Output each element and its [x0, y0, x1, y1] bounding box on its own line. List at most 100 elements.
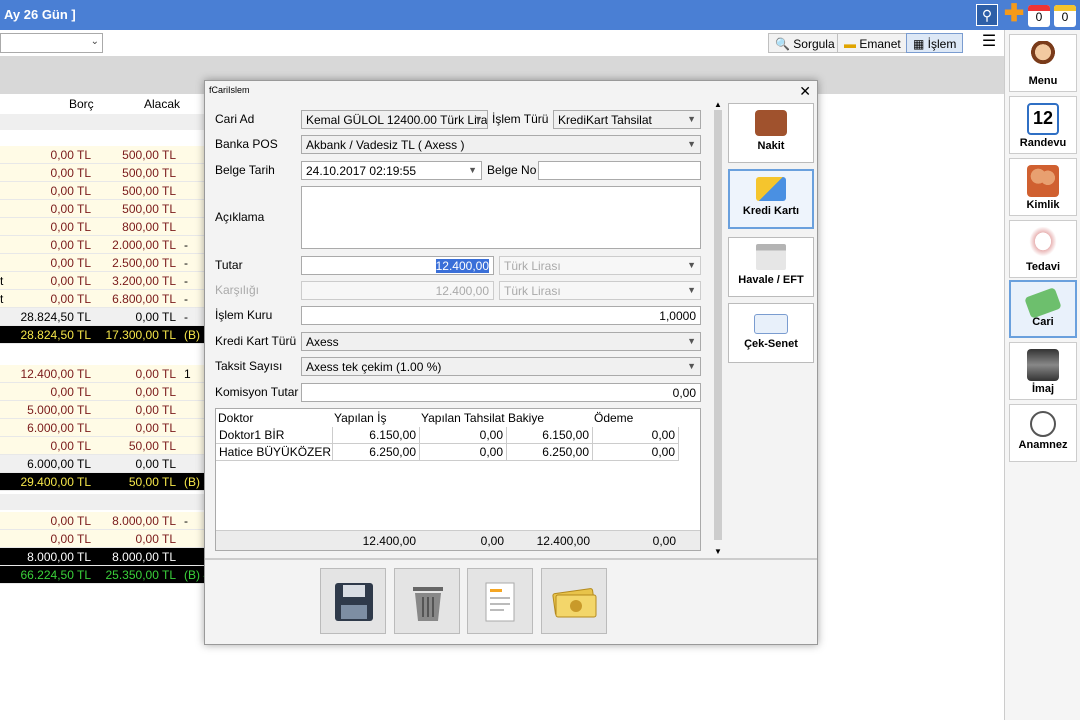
komisyon-tutar-input[interactable]: 0,00 [301, 383, 701, 402]
ledger-row[interactable]: 28.824,50 TL 0,00 TL - [0, 308, 204, 326]
aciklama-textarea[interactable] [301, 186, 701, 249]
grid-cell[interactable]: 0,00 [420, 444, 507, 461]
chevron-up-icon[interactable]: ▲ [714, 100, 722, 109]
ledger-row[interactable]: 12.400,00 TL 0,00 TL 1 [0, 365, 204, 383]
total-yapilan-is: 12.400,00 [362, 534, 416, 548]
alacak-cell: 0,00 TL [135, 532, 176, 546]
scroll-thumb[interactable] [714, 110, 722, 540]
ledger-row[interactable]: 0,00 TL 500,00 TL [0, 200, 204, 218]
borc-cell: 0,00 TL [50, 385, 91, 399]
ledger-row[interactable]: 29.400,00 TL 50,00 TL (B) 2 [0, 473, 204, 491]
vertical-scrollbar[interactable]: ▲ ▼ [712, 100, 724, 556]
hamburger-icon[interactable]: ☰ [978, 33, 1000, 53]
tutar-input[interactable]: 12.400,00 [301, 256, 494, 275]
cari-ad-value: Kemal GÜLOL 12400.00 Türk Lirası [306, 113, 488, 127]
taksit-sayisi-select[interactable]: Axess tek çekim (1.00 %) ▼ [301, 357, 701, 376]
search-icon[interactable]: ⚲ [976, 4, 998, 26]
havale-eft-button[interactable]: Havale / EFT [728, 237, 814, 297]
tutar-value: 12.400,00 [435, 259, 489, 273]
ledger-row[interactable]: 5.000,00 TL 0,00 TL [0, 401, 204, 419]
ledger-row[interactable]: 0,00 TL 2.500,00 TL - [0, 254, 204, 272]
kimlik-button[interactable]: Kimlik [1009, 158, 1077, 216]
coin-icon: ▬ [844, 37, 856, 51]
ledger-row[interactable]: 0,00 TL 50,00 TL [0, 437, 204, 455]
cari-ad-select[interactable]: Kemal GÜLOL 12400.00 Türk Lirası ▼ [301, 110, 488, 129]
menu-button[interactable]: Menu [1009, 34, 1077, 92]
grid-cell[interactable]: 0,00 [420, 427, 507, 444]
plus-icon[interactable]: ✚ [1004, 2, 1024, 26]
ledger-row[interactable]: 8.000,00 TL 8.000,00 TL [0, 548, 204, 566]
ledger-row[interactable]: 6.000,00 TL 0,00 TL [0, 455, 204, 473]
doctor-icon [1027, 41, 1059, 73]
ledger-row[interactable]: 0,00 TL 500,00 TL [0, 164, 204, 182]
karsiligi-input: 12.400,00 [301, 281, 494, 300]
grid-cell[interactable]: Doktor1 BİR [216, 427, 333, 444]
ledger-row[interactable]: 0,00 TL 800,00 TL [0, 218, 204, 236]
save-button[interactable] [320, 568, 386, 634]
chevron-down-icon: ⌄ [90, 36, 99, 47]
filter-combo[interactable]: ⌄ [0, 33, 103, 53]
cari-button[interactable]: Cari [1009, 280, 1077, 338]
imaj-button[interactable]: İmaj [1009, 342, 1077, 400]
ledger-row[interactable]: 0,00 TL 2.000,00 TL - [0, 236, 204, 254]
belge-tarih-picker[interactable]: 24.10.2017 02:19:55 ▼ [301, 161, 482, 180]
banka-pos-select[interactable]: Akbank / Vadesiz TL ( Axess ) ▼ [301, 135, 701, 154]
randevu-button[interactable]: 12 Randevu [1009, 96, 1077, 154]
islem-kuru-input[interactable]: 1,0000 [301, 306, 701, 325]
anamnez-button[interactable]: Anamnez [1009, 404, 1077, 462]
divider [205, 558, 817, 560]
notification-badge[interactable]: 0 [1028, 5, 1050, 27]
alacak-cell: 500,00 TL [122, 202, 176, 216]
document-button[interactable] [467, 568, 533, 634]
ledger-row[interactable]: 0,00 TL 500,00 TL [0, 146, 204, 164]
row-suffix: (B) 1 [184, 328, 204, 342]
calendar-icon: 12 [1027, 103, 1059, 135]
alacak-cell: 0,00 TL [135, 403, 176, 417]
grid-cell[interactable]: Hatice BÜYÜKÖZER [216, 444, 333, 461]
ledger-row[interactable]: 0,00 TL 8.000,00 TL - [0, 512, 204, 530]
ledger-row[interactable]: 0,00 TL 0,00 TL [0, 383, 204, 401]
tedavi-label: Tedavi [1025, 261, 1061, 273]
cek-senet-button[interactable]: Çek-Senet [728, 303, 814, 363]
grid-cell[interactable]: 0,00 [593, 427, 679, 444]
borc-cell: 12.400,00 TL [20, 367, 91, 381]
aciklama-label: Açıklama [215, 210, 265, 224]
chevron-down-icon: ▼ [687, 285, 696, 295]
ledger-row[interactable]: t 0,00 TL 3.200,00 TL - [0, 272, 204, 290]
grid-cell[interactable]: 6.250,00 [507, 444, 593, 461]
message-badge[interactable]: 0 [1054, 5, 1076, 27]
kredi-karti-button[interactable]: Kredi Kartı [728, 169, 814, 229]
chevron-down-icon: ▼ [474, 114, 483, 124]
alacak-cell: 2.000,00 TL [112, 238, 176, 252]
islem-button[interactable]: ▦ İşlem [906, 33, 964, 53]
ledger-row[interactable]: t 0,00 TL 6.800,00 TL - [0, 290, 204, 308]
islem-turu-select[interactable]: KrediKart Tahsilat ▼ [553, 110, 701, 129]
tedavi-button[interactable]: Tedavi [1009, 220, 1077, 278]
grid-cell[interactable]: 0,00 [593, 444, 679, 461]
chevron-down-icon[interactable]: ▼ [714, 547, 722, 556]
nakit-button[interactable]: Nakit [728, 103, 814, 163]
bank-icon [756, 244, 786, 270]
sorgula-button[interactable]: 🔍 Sorgula [768, 33, 842, 53]
ledger-row[interactable]: 0,00 TL 500,00 TL [0, 182, 204, 200]
payment-button[interactable] [541, 568, 607, 634]
taksit-sayisi-value: Axess tek çekim (1.00 %) [306, 360, 442, 374]
grid-cell[interactable]: 6.150,00 [507, 427, 593, 444]
ledger-row[interactable]: 6.000,00 TL 0,00 TL [0, 419, 204, 437]
karsiligi-label: Karşılığı [215, 283, 260, 297]
delete-button[interactable] [394, 568, 460, 634]
row-prefix: t [0, 292, 4, 306]
grid-cell[interactable]: 6.150,00 [333, 427, 420, 444]
chevron-down-icon: ▼ [687, 361, 696, 371]
grid-cell[interactable]: 6.250,00 [333, 444, 420, 461]
close-icon[interactable]: ✕ [799, 83, 811, 100]
borc-cell: 28.824,50 TL [20, 328, 91, 342]
ledger-row[interactable]: 0,00 TL 0,00 TL [0, 530, 204, 548]
ledger-row[interactable]: 66.224,50 TL 25.350,00 TL (B) 4 [0, 566, 204, 584]
belge-no-input[interactable] [538, 161, 701, 180]
borc-cell: 0,00 TL [50, 256, 91, 270]
emanet-button[interactable]: ▬ Emanet [837, 33, 908, 53]
ledger-row[interactable]: 28.824,50 TL 17.300,00 TL (B) 1 [0, 326, 204, 344]
kredi-kart-turu-select[interactable]: Axess ▼ [301, 332, 701, 351]
tutar-currency-select: Türk Lirası ▼ [499, 256, 701, 275]
